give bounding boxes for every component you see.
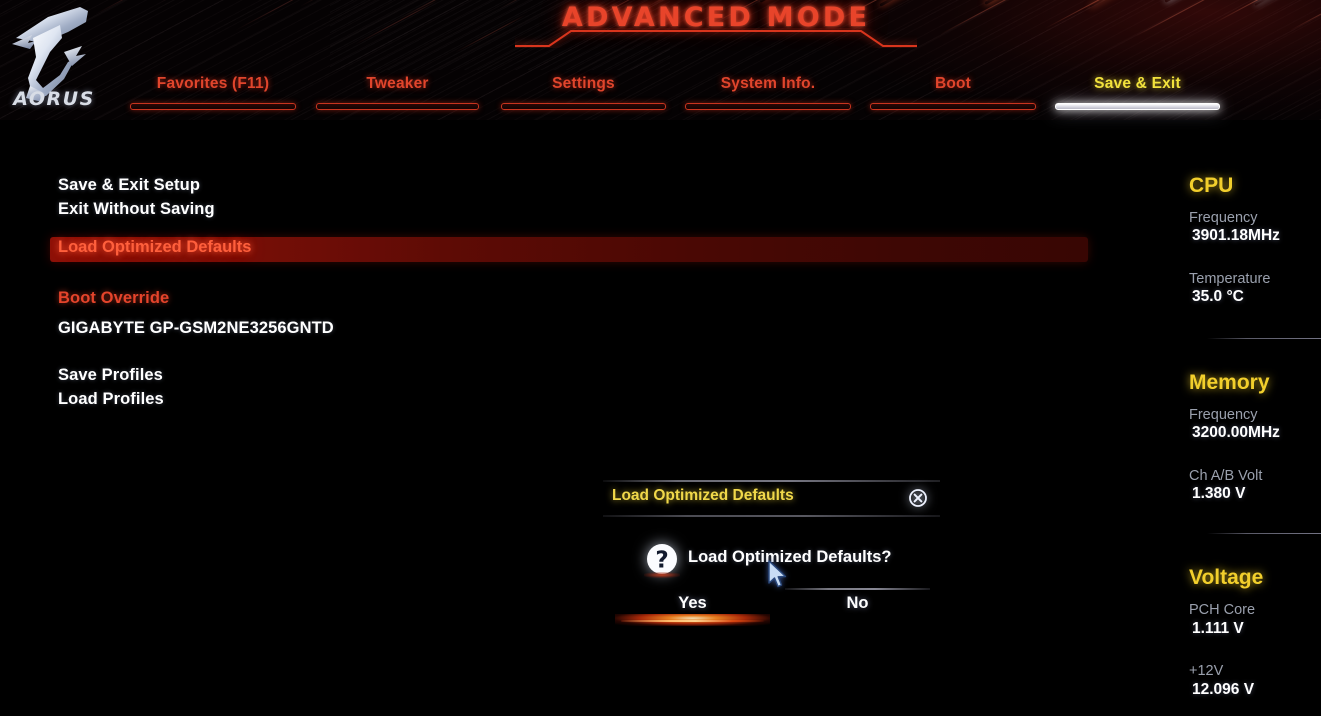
sidebar-metric-value: 3200.00MHz <box>1192 424 1280 441</box>
sidebar-divider <box>1207 533 1321 534</box>
sidebar-metric-value: 1.380 V <box>1192 485 1246 502</box>
main-content: Save & Exit Setup Exit Without Saving Lo… <box>0 120 1170 716</box>
sidebar-metric-value: 35.0 °C <box>1192 288 1244 305</box>
dialog-yes-button[interactable]: Yes <box>615 592 770 626</box>
tab-tweaker[interactable]: Tweaker <box>316 70 479 112</box>
mouse-pointer-icon <box>767 560 791 590</box>
header-streak <box>94 0 211 15</box>
sidebar-metric-value: 12.096 V <box>1192 681 1255 698</box>
sidebar-section-heading: CPU <box>1189 174 1234 197</box>
close-circle-icon[interactable] <box>908 488 928 508</box>
tab-boot[interactable]: Boot <box>870 70 1036 112</box>
tab-underline <box>685 103 851 110</box>
header-streak <box>984 0 1141 5</box>
question-icon-glow <box>644 572 680 578</box>
tab-favorites-f11[interactable]: Favorites (F11) <box>130 70 296 112</box>
menu-item-save-profiles[interactable]: Save Profiles <box>58 366 163 385</box>
header-streak <box>354 0 440 45</box>
question-circle-icon: ? <box>645 542 679 576</box>
sidebar-metric-label: Temperature <box>1189 271 1271 287</box>
tab-label: Tweaker <box>366 75 429 92</box>
menu-item-exit-without-saving[interactable]: Exit Without Saving <box>58 200 215 219</box>
menu-section-boot-override: Boot Override <box>58 289 170 307</box>
main-navigation-tabs: Favorites (F11) Tweaker Settings System Inf… <box>0 70 1321 112</box>
sidebar-metric-label: Ch A/B Volt <box>1189 468 1263 484</box>
dialog-title-rule <box>603 515 940 517</box>
sidebar-section-heading: Memory <box>1189 371 1270 394</box>
tab-system-info[interactable]: System Info. <box>685 70 851 112</box>
yes-focus-line <box>621 620 764 622</box>
menu-item-load-profiles[interactable]: Load Profiles <box>58 390 164 409</box>
header-streak <box>1214 0 1321 24</box>
dialog-no-button[interactable]: No <box>785 588 930 626</box>
sidebar-metric-label: Frequency <box>1189 210 1258 226</box>
sidebar-metric-value: 3901.18MHz <box>1192 227 1280 244</box>
confirmation-dialog: Load Optimized Defaults ? Load Optimized… <box>600 480 943 630</box>
menu-item-boot-device-gigabyte[interactable]: GIGABYTE GP-GSM2NE3256GNTD <box>58 319 334 338</box>
header-streak <box>234 0 342 31</box>
header-streak <box>1164 0 1321 3</box>
menu-item-save-exit-setup[interactable]: Save & Exit Setup <box>58 176 200 195</box>
header-streak <box>939 0 1038 35</box>
dialog-title: Load Optimized Defaults <box>612 487 794 504</box>
sidebar-metric-label: Frequency <box>1189 407 1258 423</box>
sidebar-metric-value: 1.111 V <box>1192 620 1244 637</box>
header-streak <box>1044 0 1156 29</box>
tab-underline <box>1055 103 1220 110</box>
header-streak <box>1134 0 1228 37</box>
tab-underline <box>870 103 1036 110</box>
dialog-top-rule <box>603 480 940 482</box>
menu-item-load-optimized-defaults-selected[interactable]: Load Optimized Defaults <box>50 237 1088 262</box>
tab-label: Favorites (F11) <box>156 75 270 92</box>
tab-underline <box>316 103 479 110</box>
no-button-rule <box>785 588 930 590</box>
sidebar-metric-label: PCH Core <box>1189 602 1256 618</box>
svg-text:?: ? <box>655 548 668 574</box>
advanced-mode-banner-outline <box>515 30 917 47</box>
advanced-mode-banner: ADVANCED MODE <box>515 0 917 47</box>
sidebar-section-heading: Voltage <box>1189 566 1264 589</box>
tab-settings[interactable]: Settings <box>501 70 666 112</box>
tab-underline <box>130 103 296 110</box>
tab-label: Settings <box>552 75 615 92</box>
tab-underline <box>501 103 666 110</box>
header-streak <box>159 0 293 3</box>
tab-label: System Info. <box>720 75 816 92</box>
dialog-yes-label: Yes <box>678 594 707 612</box>
sidebar-metric-label: +12V <box>1189 663 1224 679</box>
dialog-no-label: No <box>846 594 869 612</box>
menu-item-label: Load Optimized Defaults <box>58 238 252 256</box>
system-status-sidebar: CPU Frequency 3901.18MHz Temperature 35.0 °C… <box>1170 120 1321 716</box>
tab-label: Save & Exit <box>1094 75 1181 92</box>
header-streak <box>1089 0 1232 9</box>
tab-save-exit[interactable]: Save & Exit <box>1055 70 1220 112</box>
header-streak <box>1254 0 1321 7</box>
tab-label: Boot <box>934 75 972 92</box>
header-streak <box>1289 0 1321 32</box>
sidebar-divider <box>1207 338 1321 339</box>
